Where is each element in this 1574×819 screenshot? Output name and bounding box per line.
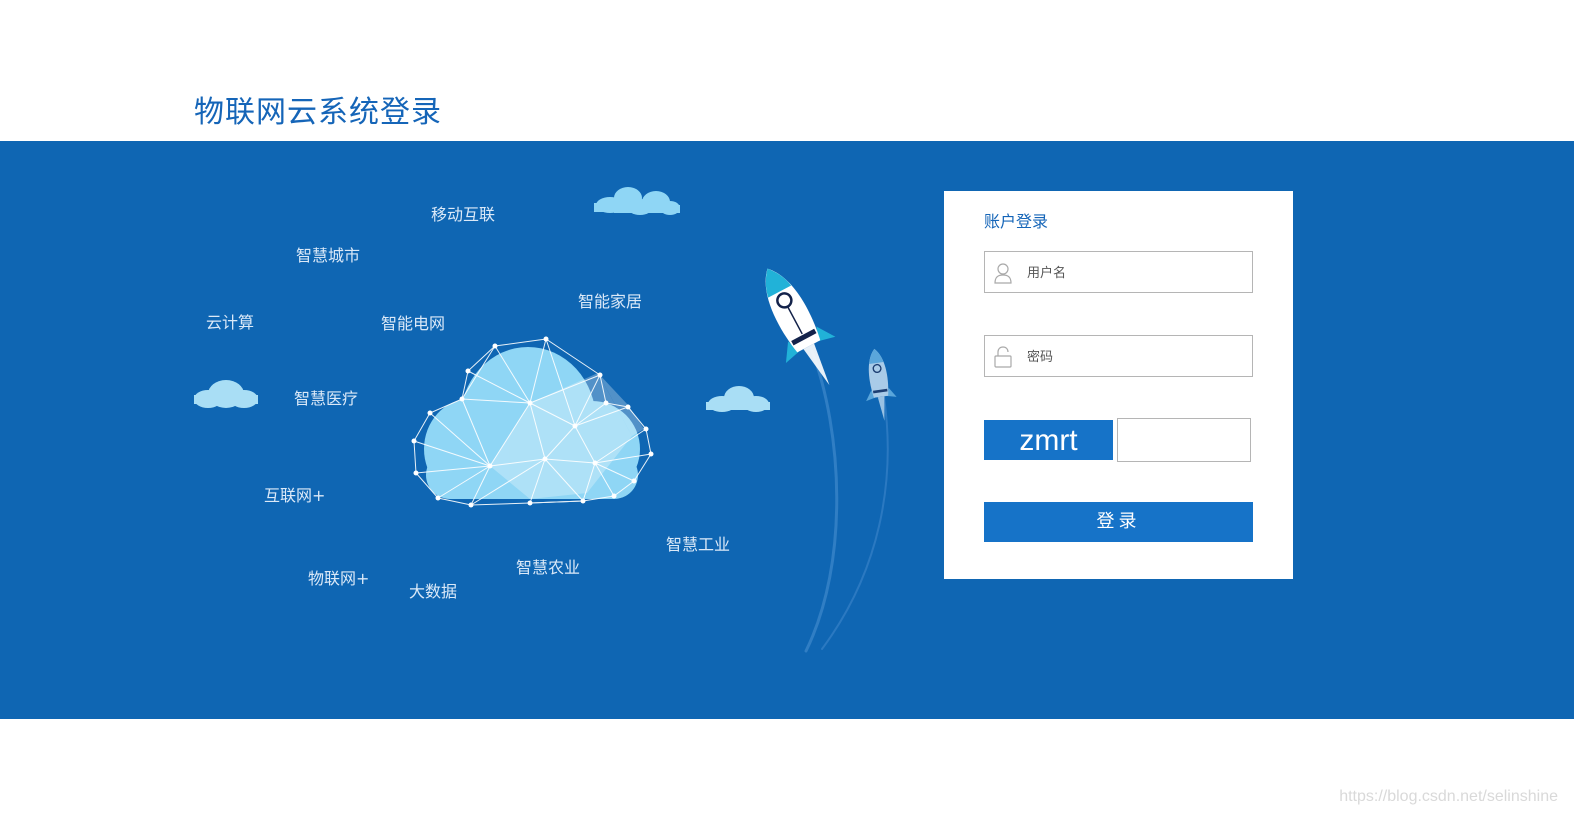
keyword-label: 智慧城市: [296, 246, 360, 265]
small-cloud-icon: [194, 380, 258, 408]
keyword-label: 智慧医疗: [294, 389, 358, 408]
password-input[interactable]: [1025, 336, 1249, 378]
page-header: 物联网云系统登录: [0, 0, 1574, 141]
keyword-label: 智慧农业: [516, 558, 580, 577]
watermark: https://blog.csdn.net/selinshine: [1339, 788, 1558, 805]
username-field: [984, 251, 1253, 294]
small-cloud-icon: [706, 386, 770, 412]
login-panel: 账户登录 zmrt 登录: [944, 191, 1293, 579]
rocket-icon: [866, 348, 897, 421]
login-page: 物联网云系统登录 移动互联 智慧城市 云计算 智能电网 智能家居 智慧医疗 互联…: [0, 0, 1574, 819]
rocket-icon: [765, 268, 836, 386]
page-title: 物联网云系统登录: [194, 95, 442, 130]
captcha-image[interactable]: zmrt: [984, 420, 1113, 460]
keyword-label: 智能电网: [381, 314, 445, 333]
login-panel-title: 账户登录: [984, 212, 1049, 231]
keyword-label: 物联网+: [308, 569, 369, 588]
lock-icon: [994, 346, 1012, 368]
network-cloud-icon: [411, 336, 654, 508]
keyword-label: 互联网+: [264, 486, 325, 505]
keyword-label: 智慧工业: [666, 535, 730, 554]
captcha-input[interactable]: [1117, 418, 1251, 462]
keyword-label: 大数据: [409, 582, 457, 601]
username-input[interactable]: [1025, 252, 1249, 294]
password-field: [984, 335, 1253, 378]
keyword-label: 移动互联: [431, 205, 495, 224]
user-icon: [994, 263, 1012, 284]
small-cloud-icon: [594, 187, 680, 215]
login-button[interactable]: 登录: [984, 502, 1253, 542]
keyword-label: 云计算: [206, 313, 254, 332]
keyword-label: 智能家居: [578, 292, 642, 311]
hero-banner: 移动互联 智慧城市 云计算 智能电网 智能家居 智慧医疗 互联网+ 物联网+ 大…: [0, 141, 1574, 719]
iot-illustration: 移动互联 智慧城市 云计算 智能电网 智能家居 智慧医疗 互联网+ 物联网+ 大…: [194, 187, 897, 653]
